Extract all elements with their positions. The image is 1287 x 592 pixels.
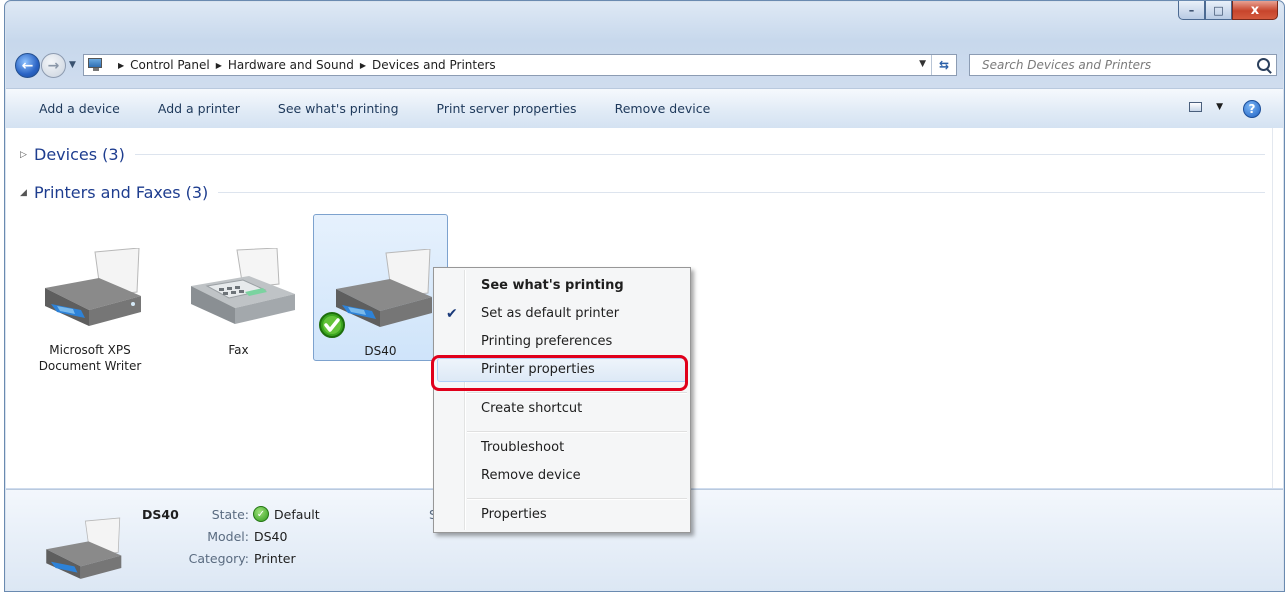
chevron-down-icon: ▼: [1216, 102, 1223, 112]
view-icon: [1189, 102, 1203, 112]
add-printer-button[interactable]: Add a printer: [139, 89, 259, 128]
breadcrumb-hardware-and-sound[interactable]: Hardware and Sound: [228, 58, 354, 72]
default-check-icon: [319, 312, 345, 338]
remove-device-button[interactable]: Remove device: [596, 89, 730, 128]
navigation-row: ← → ▼ ▶ Control Panel ▶ Hardware and Sou…: [13, 53, 1277, 79]
print-server-properties-button[interactable]: Print server properties: [418, 89, 596, 128]
device-tile-ds40[interactable]: DS40: [313, 214, 448, 361]
address-bar[interactable]: ▶ Control Panel ▶ Hardware and Sound ▶ D…: [83, 54, 957, 76]
printer-icon: [46, 517, 122, 579]
menu-item-see-whats-printing[interactable]: See what's printing: [481, 278, 624, 293]
command-bar: Add a device Add a printer See what's pr…: [6, 88, 1283, 129]
menu-item-remove-device[interactable]: Remove device: [481, 468, 581, 483]
device-tile-xps[interactable]: Microsoft XPS Document Writer: [23, 214, 158, 373]
collapse-arrow-icon[interactable]: ◢: [20, 188, 34, 198]
vertical-scrollbar[interactable]: [1272, 128, 1283, 488]
help-icon[interactable]: ?: [1243, 100, 1261, 118]
menu-item-set-default-printer[interactable]: Set as default printer: [481, 306, 619, 321]
search-icon[interactable]: [1257, 58, 1270, 71]
menu-separator: [467, 392, 687, 394]
menu-item-create-shortcut[interactable]: Create shortcut: [481, 401, 582, 416]
group-divider: [218, 192, 1265, 193]
device-label: Microsoft XPS Document Writer: [38, 343, 142, 373]
breadcrumb-separator-icon[interactable]: ▶: [118, 61, 124, 70]
breadcrumb-separator-icon[interactable]: ▶: [360, 61, 366, 70]
printer-icon: [45, 248, 141, 326]
menu-item-properties[interactable]: Properties: [481, 507, 547, 522]
details-category-key: Category:: [188, 551, 249, 566]
breadcrumb-separator-icon[interactable]: ▶: [216, 61, 222, 70]
details-state-value: Default: [274, 507, 320, 522]
group-divider: [134, 154, 1265, 155]
breadcrumb-control-panel[interactable]: Control Panel: [130, 58, 210, 72]
search-input[interactable]: [980, 57, 1254, 73]
forward-button[interactable]: →: [41, 53, 66, 78]
address-history-dropdown-icon[interactable]: ▼: [919, 59, 926, 69]
default-check-icon: ✓: [253, 506, 269, 522]
see-whats-printing-button[interactable]: See what's printing: [259, 89, 418, 128]
menu-separator: [467, 431, 687, 433]
device-label: DS40: [364, 344, 397, 358]
arrow-left-icon: ←: [21, 57, 34, 74]
add-device-button[interactable]: Add a device: [6, 89, 139, 128]
menu-separator: [467, 498, 687, 500]
details-model-key: Model:: [207, 529, 249, 544]
context-menu: See what's printing ✔ Set as default pri…: [433, 267, 691, 533]
highlight-callout-box: [431, 355, 688, 391]
check-icon: ✔: [446, 306, 458, 322]
menu-item-troubleshoot[interactable]: Troubleshoot: [481, 440, 564, 455]
search-box[interactable]: [969, 54, 1277, 76]
details-model-value: DS40: [254, 529, 288, 544]
close-button[interactable]: x: [1232, 1, 1278, 20]
group-title-devices: Devices (3): [34, 145, 125, 164]
recent-pages-dropdown-icon[interactable]: ▼: [69, 60, 76, 70]
device-label: Fax: [228, 343, 249, 357]
refresh-button[interactable]: ⇆: [931, 55, 956, 75]
menu-item-printing-preferences[interactable]: Printing preferences: [481, 334, 612, 349]
group-title-printers: Printers and Faxes (3): [34, 183, 209, 202]
arrow-right-icon: →: [47, 57, 60, 74]
details-state-key: State:: [211, 507, 249, 522]
change-view-button[interactable]: ▼: [1189, 102, 1223, 112]
maximize-button[interactable]: □: [1205, 1, 1232, 20]
minimize-button[interactable]: –: [1178, 1, 1205, 20]
control-panel-icon: [88, 58, 106, 72]
group-devices[interactable]: ▷ Devices (3): [20, 145, 1265, 164]
back-button[interactable]: ←: [15, 53, 40, 78]
expand-arrow-icon[interactable]: ▷: [20, 150, 34, 160]
caption-buttons: – □ x: [1178, 1, 1278, 20]
device-tile-fax[interactable]: Fax: [171, 214, 306, 361]
fax-icon: [191, 248, 295, 324]
details-category-value: Printer: [254, 551, 296, 566]
breadcrumb-devices-and-printers[interactable]: Devices and Printers: [372, 58, 496, 72]
refresh-icon: ⇆: [938, 58, 950, 72]
group-printers-and-faxes[interactable]: ◢ Printers and Faxes (3): [20, 183, 1265, 202]
